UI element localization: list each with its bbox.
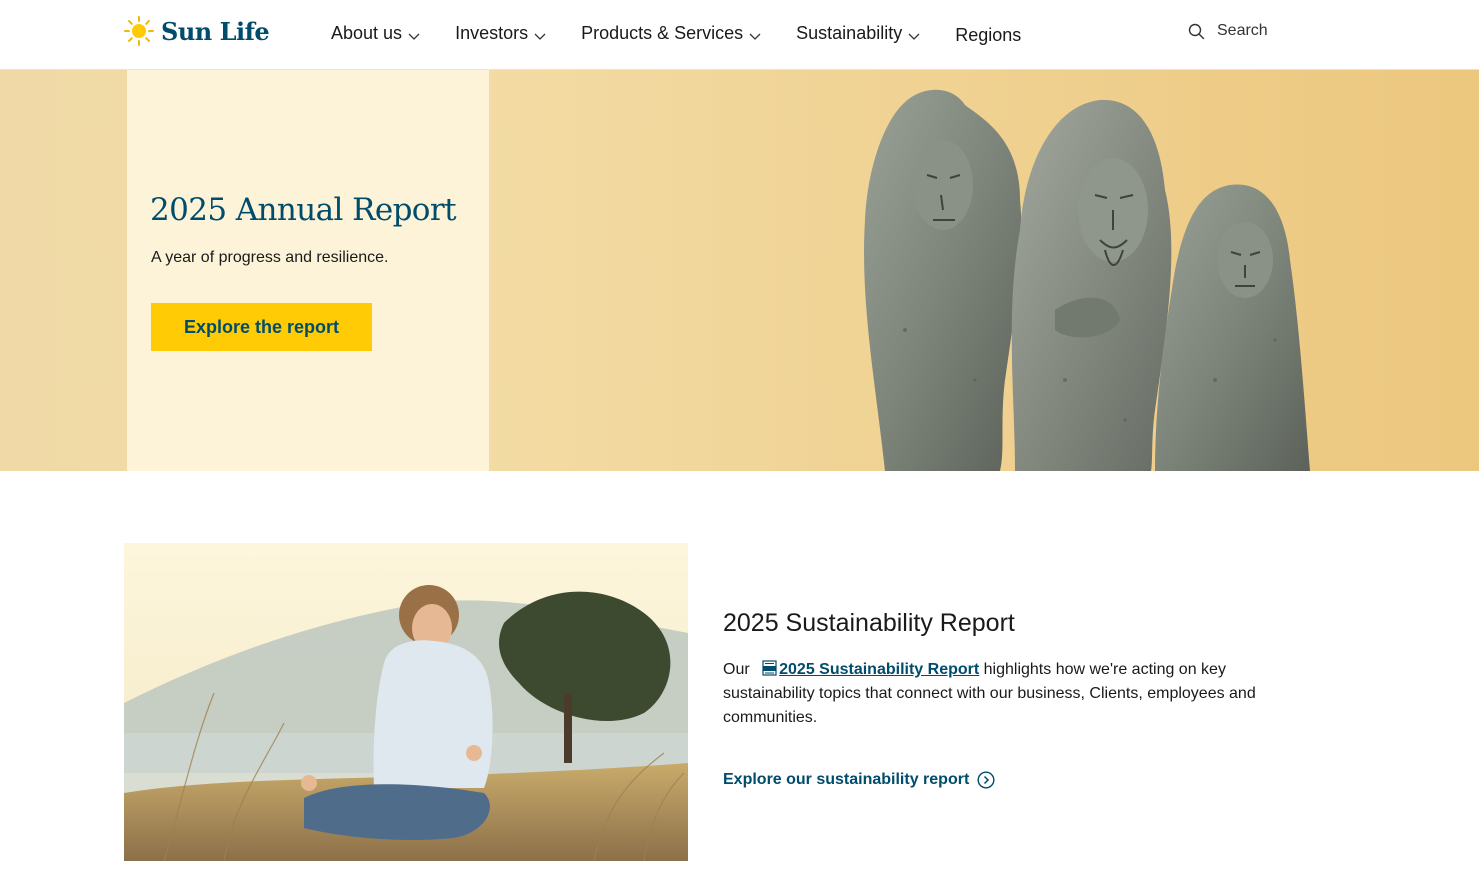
search-label: Search (1217, 22, 1268, 39)
nav-item-products-services[interactable]: Products & Services (581, 20, 762, 48)
nav-item-investors[interactable]: Investors (455, 20, 547, 48)
nav-label: Sustainability (796, 23, 903, 43)
sustainability-report-pdf-link[interactable]: 2025 Sustainability Report (779, 661, 979, 678)
main-nav: About us Investors Products & Services S… (331, 18, 1055, 49)
site-header: Sun Life About us Investors Products & S… (0, 0, 1479, 70)
chevron-down-icon (908, 33, 920, 40)
nav-item-sustainability[interactable]: Sustainability (796, 20, 921, 48)
chevron-down-icon (408, 33, 420, 40)
hero-banner: 2025 Annual Report A year of progress an… (0, 70, 1479, 471)
explore-report-button[interactable]: Explore the report (151, 303, 372, 351)
sun-life-logo[interactable]: Sun Life (123, 14, 270, 48)
pdf-icon (762, 660, 777, 676)
body-prefix: Our (723, 661, 750, 678)
chevron-down-icon (534, 33, 546, 40)
nav-item-regions[interactable]: Regions (955, 21, 1021, 49)
nav-label: Investors (455, 23, 529, 43)
nav-item-about-us[interactable]: About us (331, 20, 421, 48)
hero-title: 2025 Annual Report (150, 192, 457, 228)
chevron-down-icon (749, 33, 761, 40)
search-button[interactable]: Search (1188, 22, 1268, 40)
search-icon (1188, 23, 1205, 39)
nav-label: About us (331, 23, 403, 43)
logo-text: Sun Life (161, 16, 270, 46)
nav-label: Regions (955, 24, 1022, 45)
child-meditating-image (124, 543, 688, 861)
sustainability-title: 2025 Sustainability Report (723, 609, 1015, 637)
hero-card: 2025 Annual Report A year of progress an… (127, 70, 489, 471)
photo-illustration (124, 543, 688, 861)
arrow-circle-right-icon (977, 771, 995, 789)
sustainability-description: Our 2025 Sustainability Report highlight… (723, 658, 1303, 730)
cta-label: Explore our sustainability report (723, 771, 970, 788)
stone-sculpture-image (864, 89, 1310, 471)
sun-logo-icon (124, 16, 154, 46)
nav-label: Products & Services (581, 23, 744, 43)
explore-sustainability-link[interactable]: Explore our sustainability report (723, 771, 995, 789)
hero-subtitle: A year of progress and resilience. (151, 249, 389, 266)
